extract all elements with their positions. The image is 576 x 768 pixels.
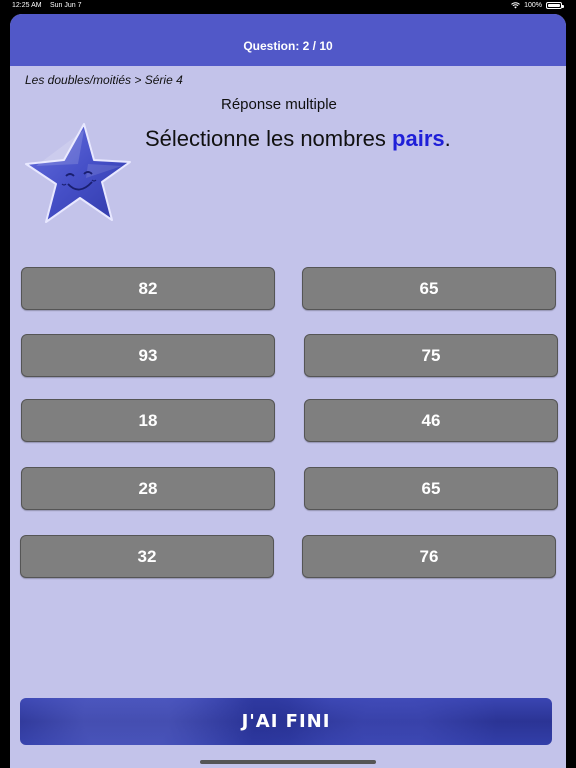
answer-button-6[interactable]: 46	[304, 399, 558, 442]
status-time: 12:25 AM	[12, 2, 42, 9]
answer-button-8[interactable]: 65	[304, 467, 558, 510]
mode-label: Réponse multiple	[221, 96, 337, 113]
home-indicator[interactable]	[200, 760, 376, 764]
breadcrumb: Les doubles/moitiés > Série 4	[25, 73, 183, 87]
wifi-icon	[511, 2, 520, 9]
instruction-prefix: Sélectionne les nombres	[145, 126, 393, 151]
instruction-highlight: pairs	[392, 126, 445, 151]
answer-button-9[interactable]: 32	[20, 535, 274, 578]
status-date: Sun Jun 7	[50, 2, 82, 9]
question-header: Question: 2 / 10	[10, 14, 566, 66]
status-bar: 12:25 AM Sun Jun 7 100%	[0, 0, 576, 14]
answer-button-7[interactable]: 28	[21, 467, 275, 510]
answer-button-3[interactable]: 93	[21, 334, 275, 377]
answer-button-5[interactable]: 18	[21, 399, 275, 442]
question-counter: Question: 2 / 10	[243, 39, 333, 53]
answer-button-4[interactable]: 75	[304, 334, 558, 377]
done-button[interactable]: J'AI FINI	[20, 698, 552, 745]
battery-percent: 100%	[524, 2, 542, 9]
instruction-text: Sélectionne les nombres pairs.	[145, 126, 451, 152]
answer-button-10[interactable]: 76	[302, 535, 556, 578]
instruction-suffix: .	[444, 126, 451, 151]
quiz-screen: Question: 2 / 10 Les doubles/moitiés > S…	[10, 14, 566, 768]
status-right: 100%	[511, 2, 564, 9]
battery-icon	[546, 2, 564, 9]
answer-button-2[interactable]: 65	[302, 267, 556, 310]
smiling-star-icon	[25, 123, 131, 223]
answer-button-1[interactable]: 82	[21, 267, 275, 310]
